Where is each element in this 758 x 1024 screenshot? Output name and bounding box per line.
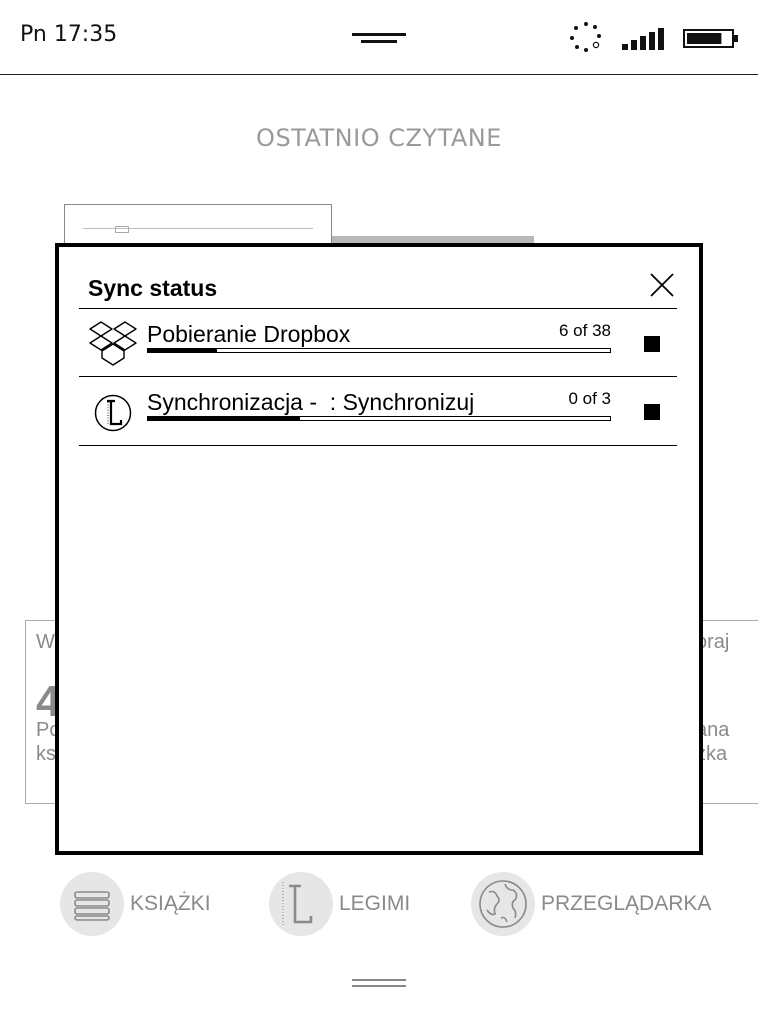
dialog-title: Sync status — [88, 275, 218, 301]
nav-icon-circle — [471, 872, 535, 936]
nav-label: KSIĄŻKI — [130, 892, 211, 915]
nav-label: LEGIMI — [339, 892, 411, 915]
stop-button[interactable] — [644, 404, 660, 420]
status-bar: Pn 17:35 — [0, 0, 758, 75]
nav-item-legimi[interactable]: LEGIMI — [269, 872, 419, 938]
sync-row-count: 6 of 38 — [559, 321, 611, 340]
sync-icon — [570, 22, 601, 52]
dropbox-icon — [89, 321, 137, 366]
stats-label: ks — [36, 743, 56, 765]
sync-progress-bar — [147, 416, 611, 421]
sync-row-count: 0 of 3 — [568, 389, 611, 408]
bottom-panel-handle-icon[interactable] — [352, 979, 406, 989]
legimi-icon — [282, 882, 313, 926]
sync-row-label: Pobieranie Dropbox — [147, 321, 351, 347]
sync-row-legimi: Synchronizacja - : Synchronizuj 0 of 3 — [79, 376, 677, 446]
menu-handle-icon[interactable] — [352, 31, 406, 45]
stop-button[interactable] — [644, 336, 660, 352]
legimi-icon — [94, 394, 132, 432]
sync-row-label: Synchronizacja - : Synchronizuj — [147, 389, 475, 415]
nav-label: PRZEGLĄDARKA — [541, 892, 712, 915]
nav-item-books[interactable]: KSIĄŻKI — [60, 872, 211, 938]
stats-label: W — [36, 631, 55, 653]
close-icon[interactable] — [649, 272, 675, 298]
clock: Pn 17:35 — [20, 22, 118, 47]
nav-item-browser[interactable]: PRZEGLĄDARKA — [471, 872, 711, 938]
globe-icon — [479, 880, 527, 928]
signal-icon — [622, 28, 664, 50]
battery-icon — [683, 29, 738, 48]
books-icon — [74, 891, 110, 921]
sync-row-dropbox: Pobieranie Dropbox 6 of 38 — [79, 308, 677, 377]
nav-icon-circle — [60, 872, 124, 936]
sync-progress-bar — [147, 348, 611, 353]
nav-icon-circle — [269, 872, 333, 936]
recently-read-title: OSTATNIO CZYTANE — [256, 124, 502, 152]
sync-status-dialog: Sync status Pobieranie Dropbox 6 of 38 S… — [55, 243, 703, 855]
